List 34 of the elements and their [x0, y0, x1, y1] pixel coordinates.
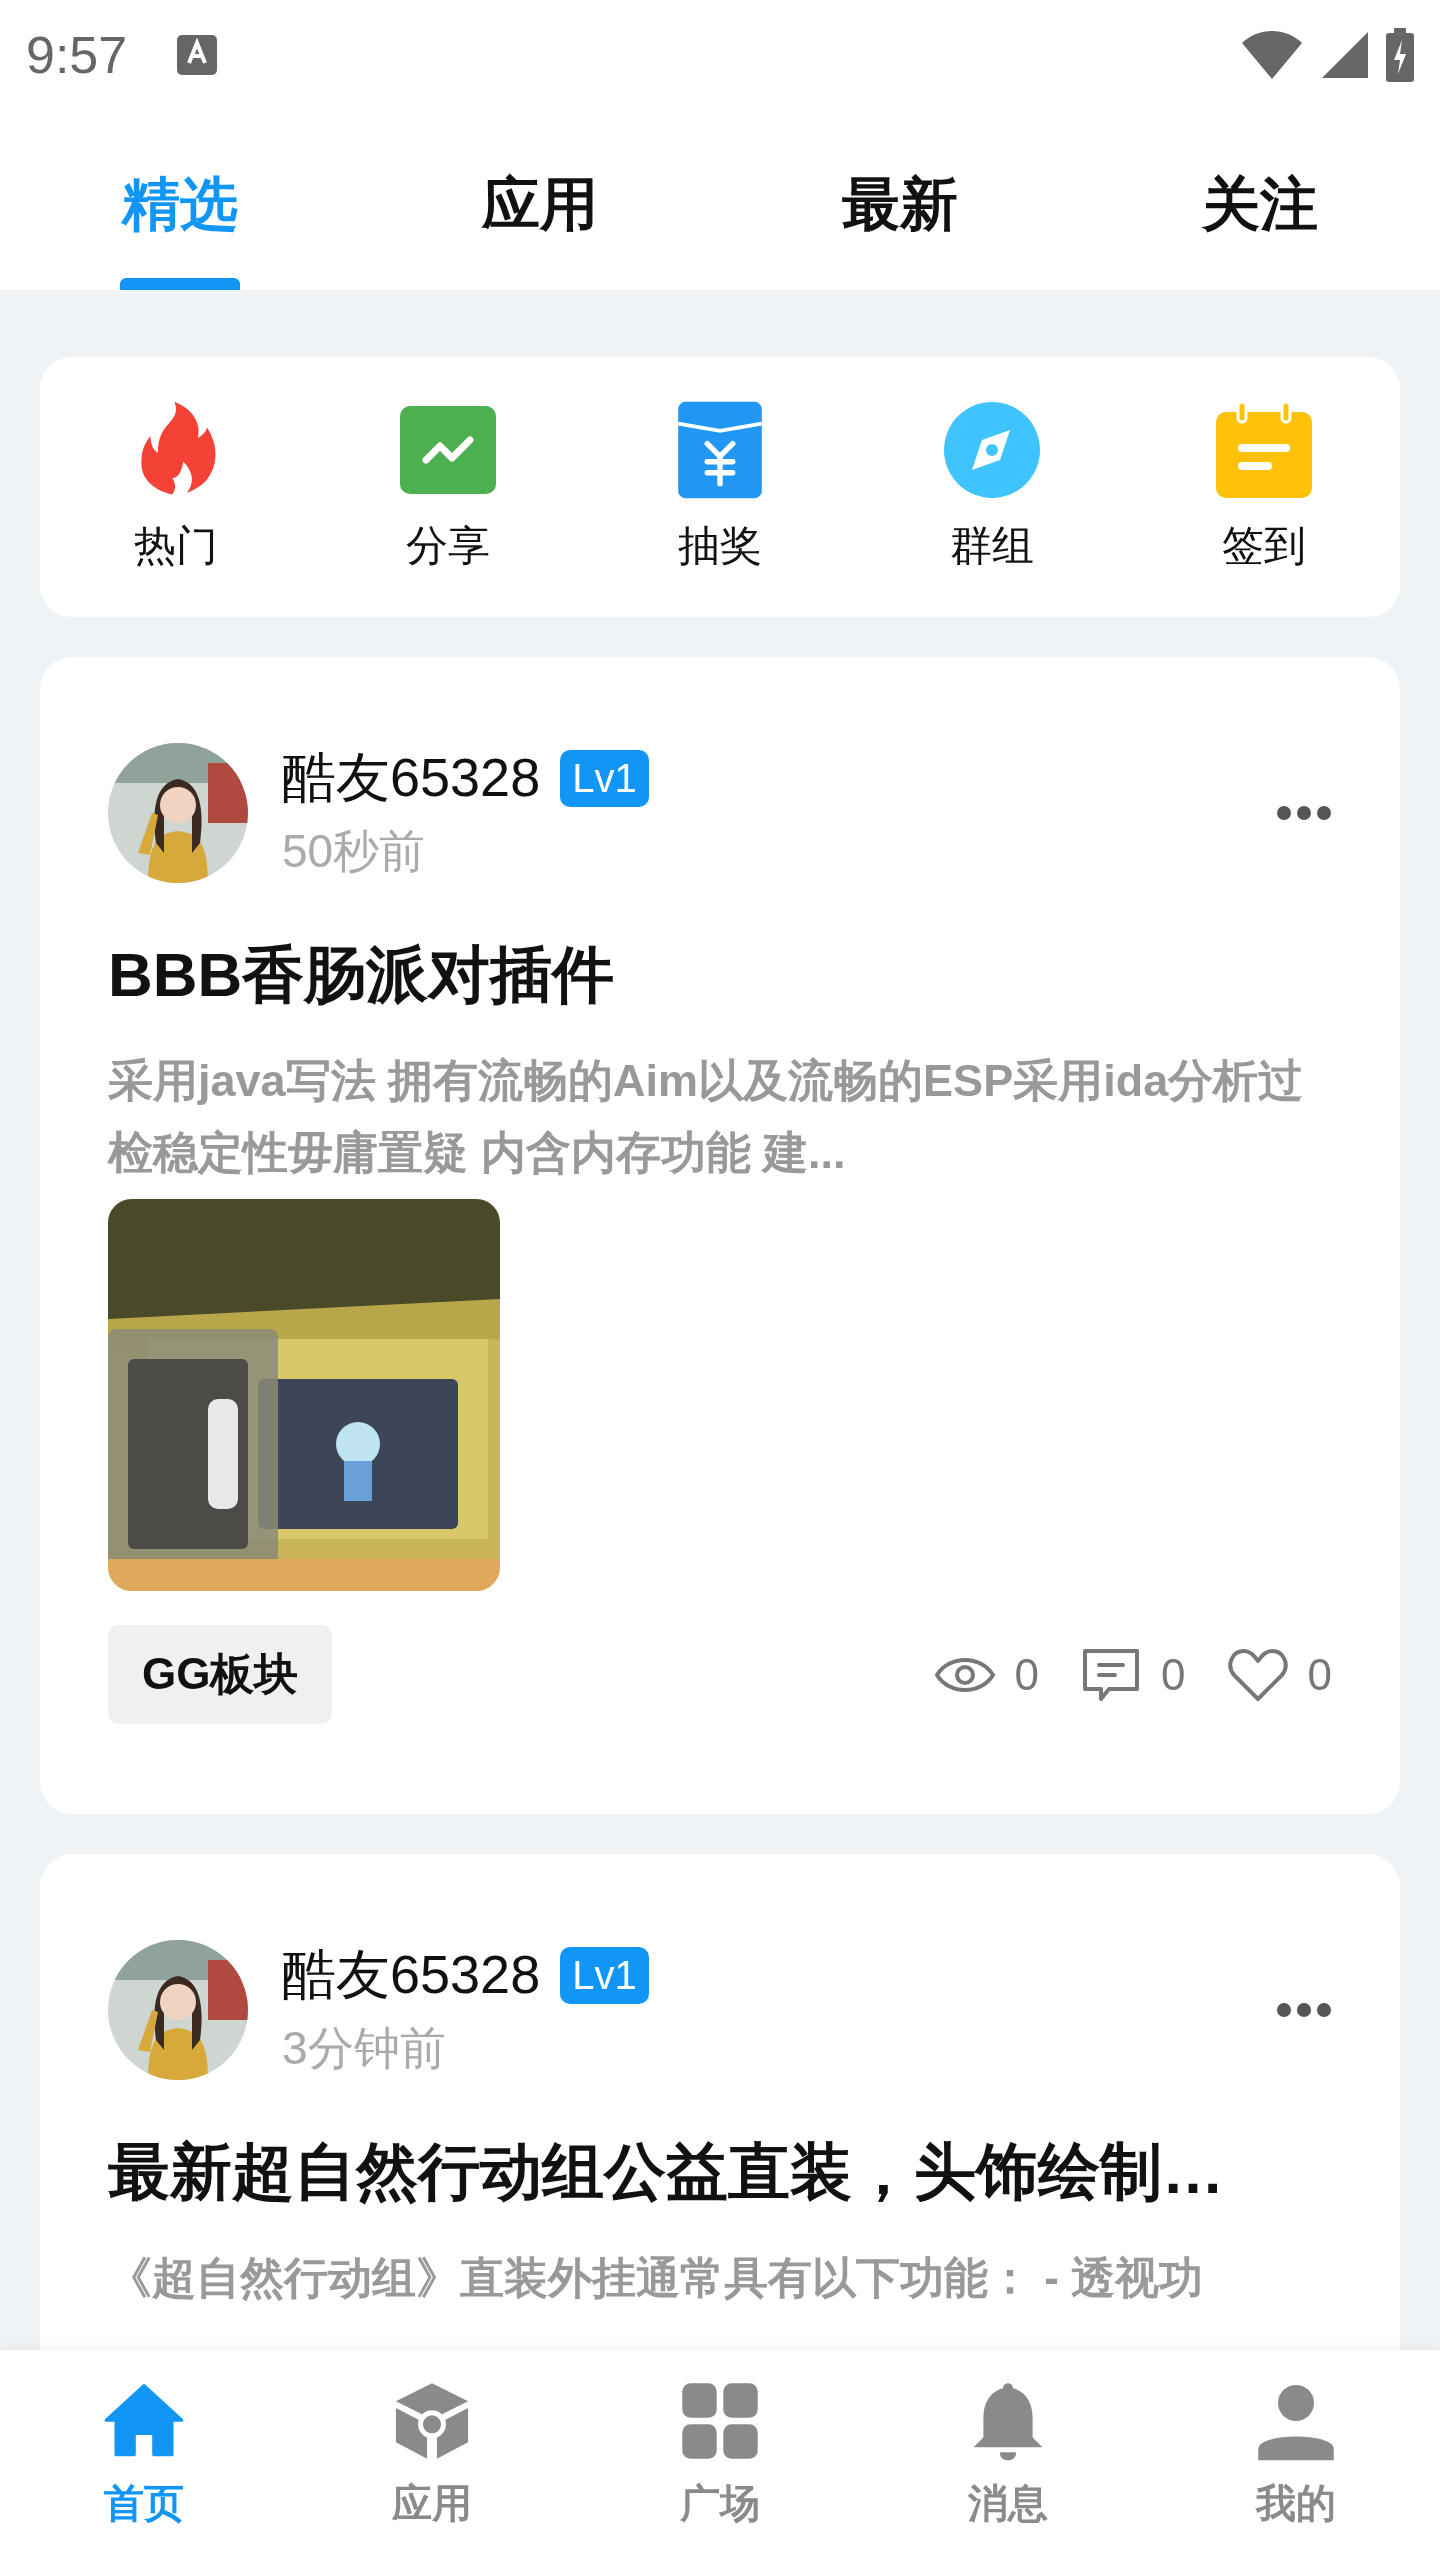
tab[interactable]: 应用	[360, 110, 720, 290]
shortcut-item[interactable]: 群组	[856, 357, 1128, 617]
calendar-icon	[1214, 400, 1314, 500]
more-icon[interactable]	[1276, 804, 1332, 821]
shortcut-item[interactable]: 分享	[312, 357, 584, 617]
post-time: 3分钟前	[282, 2021, 447, 2076]
shortcut-item[interactable]: 热门	[40, 357, 312, 617]
wifi-icon	[1240, 29, 1304, 81]
post-title: BBB香肠派对插件	[108, 939, 616, 1011]
level-badge: Lv1	[560, 1947, 649, 2004]
username[interactable]: 酷友65328	[282, 742, 541, 815]
username[interactable]: 酷友65328	[282, 1939, 541, 2012]
shortcut-item[interactable]: 抽奖	[584, 357, 856, 617]
post-excerpt: 《超自然行动组》直装外挂通常具有以下功能： - 透视功	[108, 2252, 1205, 2304]
tab[interactable]: 最新	[720, 110, 1080, 290]
post-card[interactable]: 酷友65328 Lv1 3分钟前 最新超自然行动组公益直装，头饰绘制… 《超自然行动组》直装外挂通常具有以下功能： - 透视功	[40, 1854, 1400, 2350]
tab[interactable]: 关注	[1080, 110, 1440, 290]
more-icon[interactable]	[1276, 2001, 1332, 2018]
shortcut-item[interactable]: 签到	[1128, 357, 1400, 617]
heart-icon[interactable]	[1225, 1646, 1290, 1703]
compass-icon	[942, 400, 1042, 500]
status-time: 9:57	[26, 25, 128, 85]
post-title: 最新超自然行动组公益直装，头饰绘制…	[108, 2136, 1225, 2208]
post-time: 50秒前	[282, 824, 427, 879]
category-tag[interactable]: GG板块	[108, 1625, 333, 1724]
battery-icon	[1386, 28, 1414, 82]
like-count: 0	[1307, 1649, 1332, 1700]
keyboard-notification-icon	[177, 35, 218, 75]
post-card[interactable]: 酷友65328 Lv1 50秒前 BBB香肠派对插件 采用java写法 拥有流畅的Aim以及流畅的ESP采用ida分析过检稳定性毋庸置疑 内含内存功能 建... GG板块 0 0 0	[40, 657, 1400, 1814]
signal-icon	[1320, 30, 1370, 80]
level-badge: Lv1	[560, 750, 649, 807]
post-excerpt: 采用java写法 拥有流畅的Aim以及流畅的ESP采用ida分析过检稳定性毋庸置疑 内含内存功能 建...	[108, 1054, 1305, 1180]
comment-count: 0	[1161, 1649, 1186, 1700]
view-count: 0	[1014, 1649, 1040, 1700]
